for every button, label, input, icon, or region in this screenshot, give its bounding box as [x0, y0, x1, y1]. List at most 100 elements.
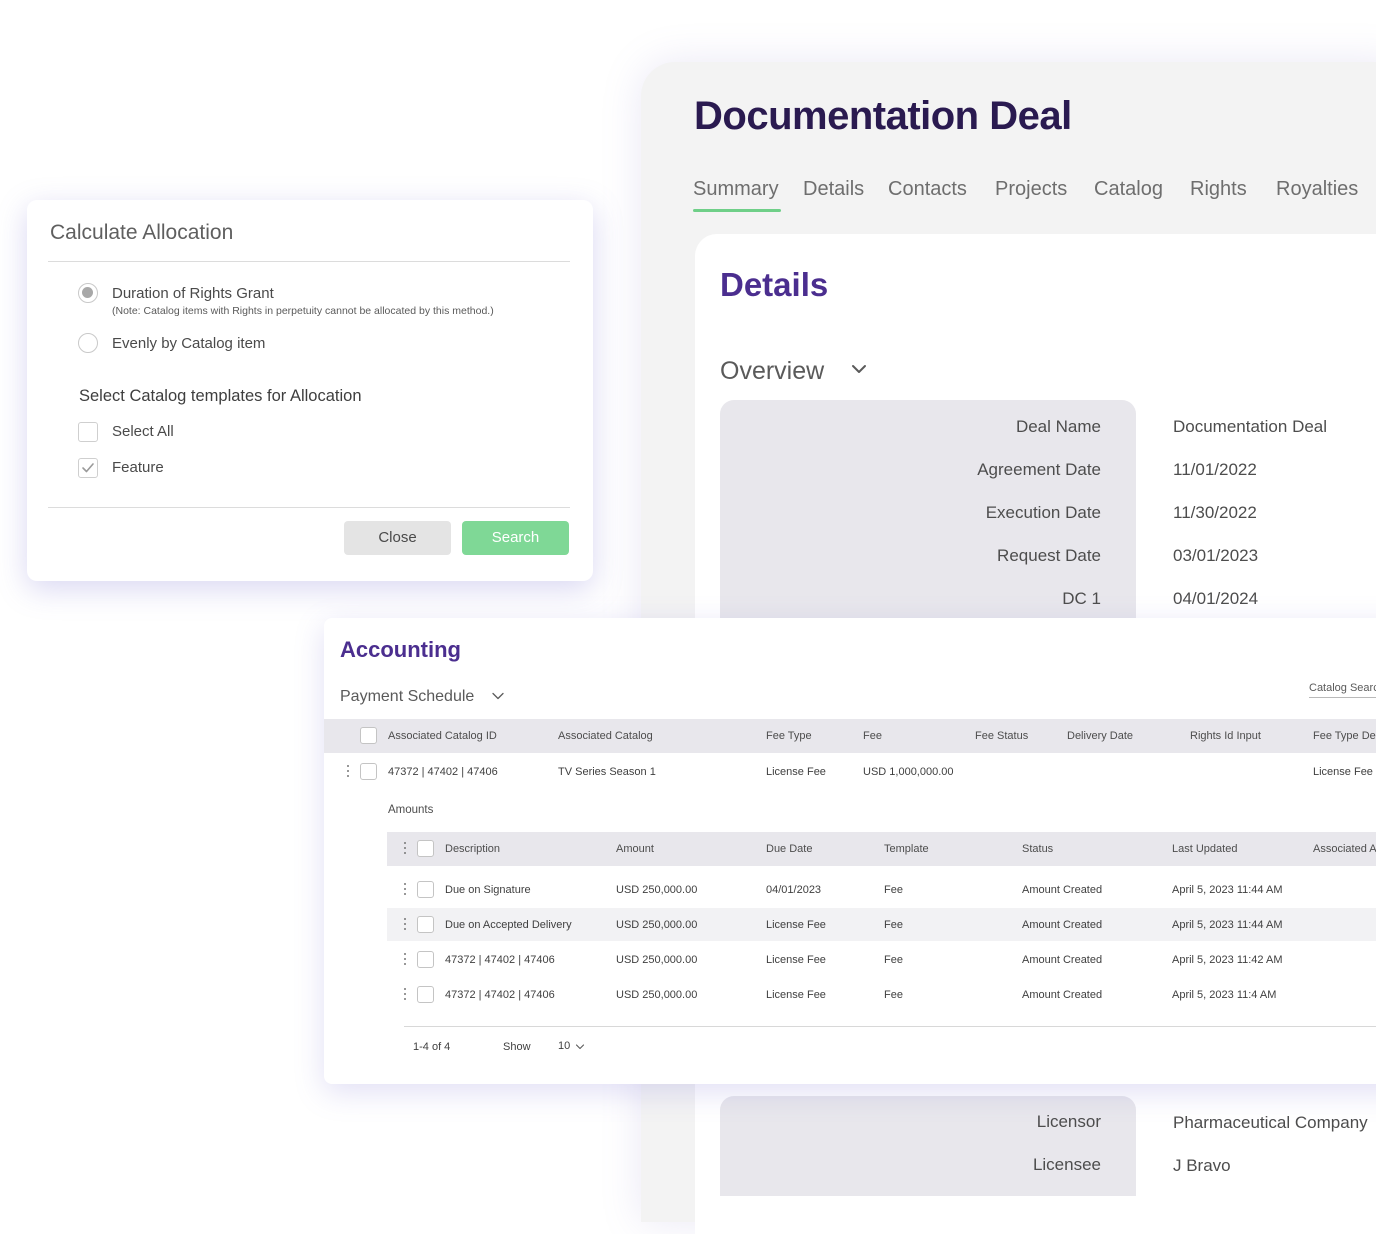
checkbox-label: Select All	[112, 423, 174, 440]
field-value: Pharmaceutical Company	[1173, 1113, 1368, 1132]
row-menu-icon[interactable]	[403, 988, 407, 1002]
cell-template: Fee	[884, 954, 903, 966]
cell-amount: USD 250,000.00	[616, 989, 698, 1001]
cell-amount: USD 250,000.00	[616, 919, 698, 931]
checkbox-label: Feature	[112, 459, 164, 476]
cell-due-date: License Fee	[766, 989, 826, 1001]
column-header[interactable]: Due Date	[766, 843, 812, 855]
cell-last-updated: April 5, 2023 11:44 AM	[1172, 919, 1283, 931]
chevron-down-icon[interactable]	[850, 360, 868, 378]
column-header[interactable]: Status	[1022, 843, 1053, 855]
accounting-panel: Accounting Payment Schedule Catalog Sear…	[324, 618, 1376, 1084]
cell-template: Fee	[884, 884, 903, 896]
option-label: Evenly by Catalog item	[112, 335, 266, 352]
column-header[interactable]: Amount	[616, 843, 654, 855]
payment-schedule-dropdown[interactable]: Payment Schedule	[340, 688, 474, 706]
field-value: 03/01/2023	[1173, 546, 1259, 565]
divider	[48, 507, 570, 508]
column-header[interactable]: Fee Type	[766, 730, 812, 742]
row-checkbox[interactable]	[417, 986, 434, 1003]
close-button[interactable]: Close	[344, 521, 451, 555]
cell-description: Due on Accepted Delivery	[445, 919, 572, 931]
column-header[interactable]: Fee Status	[975, 730, 1028, 742]
check-icon	[82, 463, 94, 473]
cell-description: 47372 | 47402 | 47406	[445, 954, 555, 966]
option-label: Duration of Rights Grant	[112, 285, 274, 302]
column-header[interactable]: Last Updated	[1172, 843, 1237, 855]
column-header[interactable]: Description	[445, 843, 500, 855]
field-label: Agreement Date	[977, 460, 1101, 479]
cell-due-date: 04/01/2023	[766, 884, 822, 896]
select-all-rows-checkbox[interactable]	[360, 727, 377, 744]
cell-status: Amount Created	[1022, 919, 1103, 931]
pagination-range: 1-4 of 4	[413, 1041, 451, 1053]
page-size-label: Show	[503, 1041, 531, 1053]
row-menu-icon[interactable]	[403, 883, 407, 897]
active-tab-indicator	[693, 209, 781, 212]
column-header[interactable]: Fee Type De	[1313, 730, 1376, 742]
tab-contacts[interactable]: Contacts	[888, 178, 967, 201]
cell-due-date: License Fee	[766, 919, 826, 931]
cell-last-updated: April 5, 2023 11:44 AM	[1172, 884, 1283, 896]
row-checkbox[interactable]	[417, 951, 434, 968]
column-header[interactable]: Rights Id Input	[1190, 730, 1261, 742]
tab-projects[interactable]: Projects	[995, 178, 1067, 201]
field-label: Licensee	[1032, 1155, 1101, 1174]
row-checkbox[interactable]	[360, 763, 377, 780]
accounting-heading: Accounting	[340, 637, 461, 662]
field-value: J Bravo	[1173, 1156, 1231, 1175]
overview-heading[interactable]: Overview	[720, 357, 824, 386]
tab-catalog[interactable]: Catalog	[1094, 178, 1163, 201]
templates-heading: Select Catalog templates for Allocation	[79, 387, 362, 405]
cell-due-date: License Fee	[766, 954, 826, 966]
radio-evenly-by-catalog[interactable]	[78, 333, 98, 353]
column-header[interactable]: Associated Catalog ID	[388, 730, 497, 742]
details-heading: Details	[720, 266, 829, 303]
cell-amount: USD 250,000.00	[616, 954, 698, 966]
parties-label-column: Licensor Licensee	[720, 1096, 1136, 1196]
column-header[interactable]: Associated A	[1313, 843, 1376, 855]
row-checkbox[interactable]	[417, 916, 434, 933]
field-value: 04/01/2024	[1173, 589, 1259, 608]
cell-status: Amount Created	[1022, 989, 1103, 1001]
tab-rights[interactable]: Rights	[1190, 178, 1247, 201]
feature-checkbox[interactable]	[78, 458, 98, 478]
row-menu-icon[interactable]	[403, 918, 407, 932]
radio-duration-of-rights[interactable]	[78, 283, 98, 303]
cell-fee-type: License Fee	[766, 766, 826, 778]
cell-fee: USD 1,000,000.00	[863, 766, 954, 778]
field-label: Execution Date	[985, 503, 1101, 522]
row-menu-icon[interactable]	[403, 953, 407, 967]
column-header[interactable]: Associated Catalog	[558, 730, 653, 742]
tab-royalties[interactable]: Royalties	[1276, 178, 1358, 201]
chevron-down-icon[interactable]	[491, 689, 505, 703]
field-value: 11/01/2022	[1173, 460, 1257, 479]
field-value: 11/30/2022	[1173, 503, 1257, 522]
cell-description: Due on Signature	[445, 884, 531, 896]
tab-details[interactable]: Details	[803, 178, 864, 201]
catalog-search-input[interactable]: Catalog Search	[1309, 682, 1376, 698]
select-all-amounts-checkbox[interactable]	[417, 840, 434, 857]
page-size-select[interactable]: 10	[558, 1040, 570, 1052]
amounts-table-header: Description Amount Due Date Template Sta…	[387, 832, 1376, 866]
dialog-title: Calculate Allocation	[50, 221, 234, 244]
row-checkbox[interactable]	[417, 881, 434, 898]
cell-status: Amount Created	[1022, 954, 1103, 966]
header-menu-icon[interactable]	[403, 842, 407, 856]
page-title: Documentation Deal	[694, 94, 1072, 138]
chevron-down-icon[interactable]	[575, 1042, 585, 1052]
column-header[interactable]: Template	[884, 843, 929, 855]
cell-template: Fee	[884, 989, 903, 1001]
field-label: Licensor	[1036, 1112, 1101, 1131]
select-all-checkbox[interactable]	[78, 422, 98, 442]
tab-summary[interactable]: Summary	[693, 178, 779, 201]
divider	[48, 261, 570, 262]
column-header[interactable]: Fee	[863, 730, 882, 742]
search-button[interactable]: Search	[462, 521, 569, 555]
field-label: Request Date	[997, 546, 1101, 565]
amounts-label: Amounts	[388, 804, 434, 816]
column-header[interactable]: Delivery Date	[1067, 730, 1133, 742]
cell-last-updated: April 5, 2023 11:4 AM	[1172, 989, 1277, 1001]
row-menu-icon[interactable]	[346, 765, 350, 779]
calculate-allocation-dialog: Calculate Allocation Duration of Rights …	[27, 200, 593, 581]
